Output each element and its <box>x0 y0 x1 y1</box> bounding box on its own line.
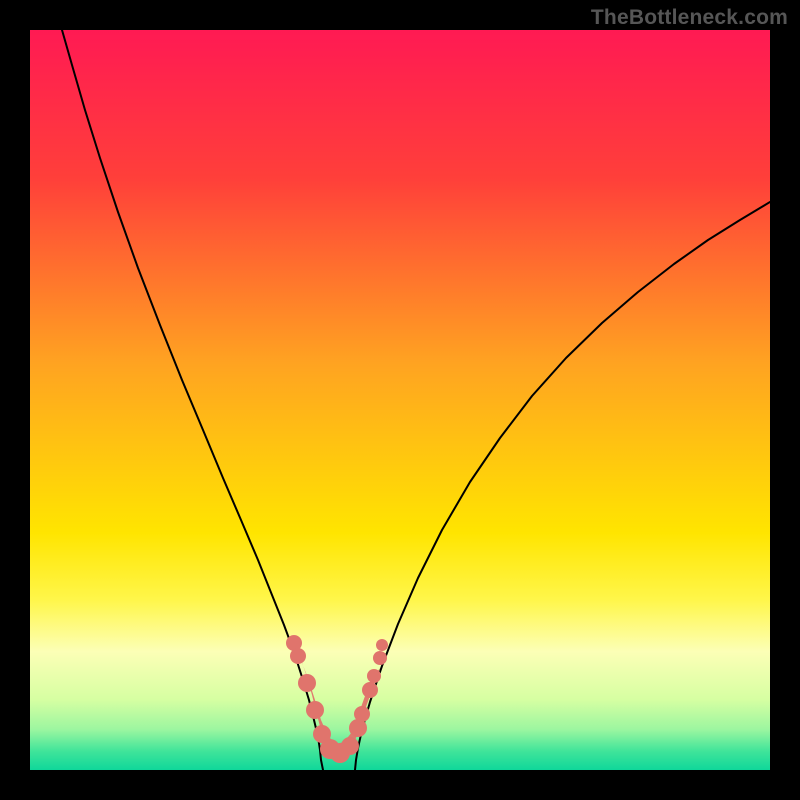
marker-dot <box>298 674 316 692</box>
watermark-text: TheBottleneck.com <box>591 6 788 30</box>
marker-dot <box>306 701 324 719</box>
marker-dot <box>354 706 370 722</box>
chart-curves <box>30 30 770 770</box>
marker-dot <box>373 651 387 665</box>
marker-dot <box>376 639 388 651</box>
trough-band <box>293 650 380 755</box>
marker-dot <box>290 648 306 664</box>
curve-left <box>62 30 323 770</box>
curve-right <box>355 202 770 770</box>
marker-dot <box>341 737 359 755</box>
marker-dot <box>349 719 367 737</box>
marker-dot <box>367 669 381 683</box>
plot-area <box>30 30 770 770</box>
chart-frame: TheBottleneck.com <box>0 0 800 800</box>
marker-dot <box>362 682 378 698</box>
